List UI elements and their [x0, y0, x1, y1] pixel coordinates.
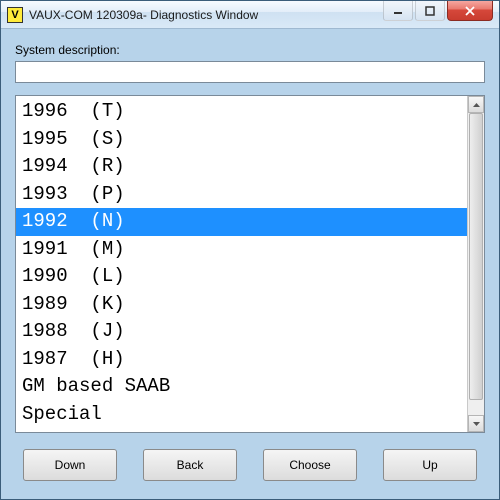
maximize-button[interactable]	[415, 1, 445, 21]
listbox-container: 1996 (T)1995 (S)1994 (R)1993 (P)1992 (N)…	[15, 95, 485, 433]
list-item[interactable]: 1994 (R)	[22, 153, 467, 181]
vertical-scrollbar[interactable]	[467, 96, 484, 432]
app-icon: V	[7, 7, 23, 23]
titlebar[interactable]: V VAUX-COM 120309a- Diagnostics Window	[1, 1, 499, 29]
up-button[interactable]: Up	[383, 449, 477, 481]
list-item[interactable]: 1988 (J)	[22, 318, 467, 346]
list-item[interactable]: 1993 (P)	[22, 181, 467, 209]
list-item[interactable]: 1989 (K)	[22, 291, 467, 319]
down-button[interactable]: Down	[23, 449, 117, 481]
chevron-up-icon	[473, 103, 480, 107]
list-item[interactable]: GM based SAAB	[22, 373, 467, 401]
chevron-down-icon	[473, 422, 480, 426]
list-item[interactable]: 1995 (S)	[22, 126, 467, 154]
window-title: VAUX-COM 120309a- Diagnostics Window	[29, 8, 258, 22]
back-button[interactable]: Back	[143, 449, 237, 481]
list-item[interactable]: 1992 (N)	[16, 208, 467, 236]
minimize-button[interactable]	[383, 1, 413, 21]
button-row: Down Back Choose Up	[15, 433, 485, 489]
client-area: System description: 1996 (T)1995 (S)1994…	[1, 29, 499, 499]
year-listbox[interactable]: 1996 (T)1995 (S)1994 (R)1993 (P)1992 (N)…	[16, 96, 467, 432]
window-controls	[383, 1, 499, 21]
list-item[interactable]: Special	[22, 401, 467, 429]
close-button[interactable]	[447, 1, 493, 21]
maximize-icon	[425, 6, 435, 16]
scroll-up-button[interactable]	[468, 96, 484, 113]
scroll-down-button[interactable]	[468, 415, 484, 432]
diagnostics-window: V VAUX-COM 120309a- Diagnostics Window S…	[0, 0, 500, 500]
system-description-label: System description:	[15, 43, 485, 57]
scroll-thumb[interactable]	[469, 113, 483, 400]
list-item[interactable]: 1990 (L)	[22, 263, 467, 291]
list-item[interactable]: 1991 (M)	[22, 236, 467, 264]
minimize-icon	[393, 6, 403, 16]
scroll-track[interactable]	[468, 113, 484, 415]
list-item[interactable]: 1996 (T)	[22, 98, 467, 126]
choose-button[interactable]: Choose	[263, 449, 357, 481]
list-item[interactable]: 1987 (H)	[22, 346, 467, 374]
system-description-input[interactable]	[15, 61, 485, 83]
close-icon	[464, 6, 476, 16]
